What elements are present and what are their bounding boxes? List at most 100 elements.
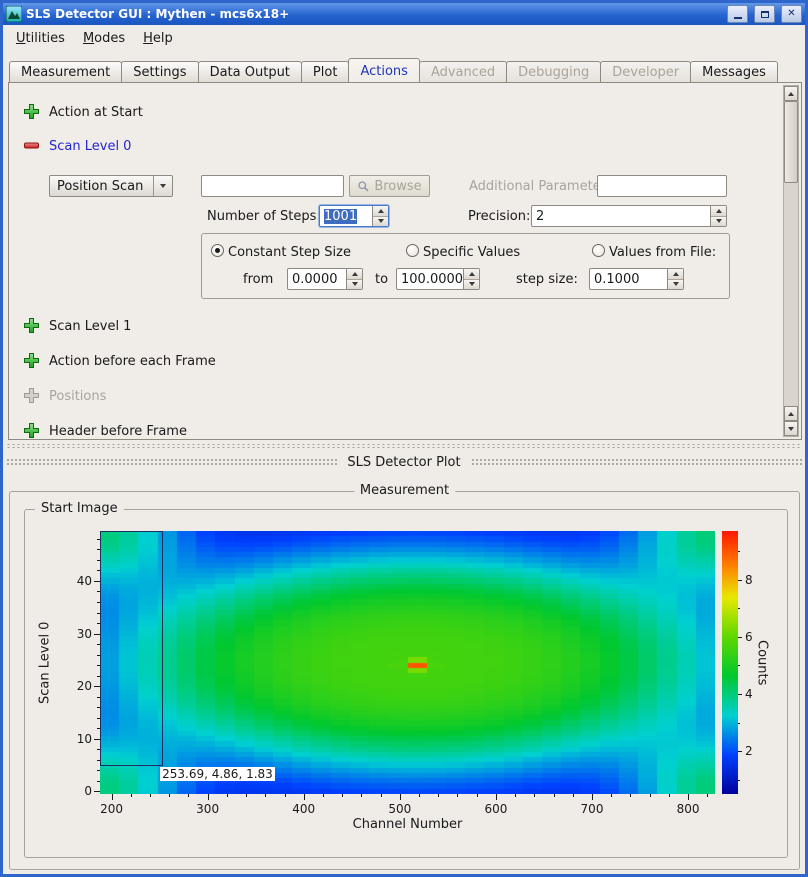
dock-handle-dots[interactable] bbox=[471, 458, 802, 467]
x-minor-tick bbox=[515, 794, 516, 797]
x-tick-label: 200 bbox=[92, 802, 132, 816]
step-size-label: step size: bbox=[516, 272, 578, 287]
close-icon: ✕ bbox=[787, 9, 795, 19]
from-value[interactable]: 0.0000 bbox=[292, 272, 338, 287]
number-of-steps-value[interactable]: 1001 bbox=[324, 209, 357, 224]
action-before-frame-label: Action before each Frame bbox=[49, 354, 216, 369]
menu-item-utilities[interactable]: Utilities bbox=[7, 27, 74, 50]
arrow-up-icon bbox=[788, 412, 794, 416]
number-of-steps-spinbox[interactable]: 1001 bbox=[319, 205, 389, 227]
spin-down-button[interactable] bbox=[711, 216, 726, 227]
x-minor-tick bbox=[323, 794, 324, 797]
x-minor-tick bbox=[554, 794, 555, 797]
y-tick-label: 30 bbox=[60, 627, 92, 641]
scroll-up-button-bottom[interactable] bbox=[784, 406, 798, 421]
dock-title-bar: SLS Detector Plot bbox=[6, 452, 802, 472]
spin-up-button[interactable] bbox=[373, 206, 388, 216]
script-file-input[interactable] bbox=[201, 175, 344, 197]
spin-down-button[interactable] bbox=[668, 279, 683, 290]
scrollbar-thumb[interactable] bbox=[784, 101, 798, 183]
from-label: from bbox=[243, 272, 273, 287]
spin-up-button[interactable] bbox=[668, 269, 683, 279]
tab-developer: Developer bbox=[600, 61, 691, 82]
splitter-handle[interactable] bbox=[6, 443, 802, 449]
x-minor-tick bbox=[573, 794, 574, 797]
tab-messages[interactable]: Messages bbox=[690, 61, 778, 82]
spin-up-button[interactable] bbox=[464, 269, 479, 279]
x-minor-tick bbox=[630, 794, 631, 797]
tab-debugging: Debugging bbox=[506, 61, 601, 82]
colorbar-tick bbox=[738, 751, 742, 752]
x-minor-tick bbox=[477, 794, 478, 797]
x-axis-label: Channel Number bbox=[100, 817, 715, 832]
colorbar-label: Counts bbox=[753, 531, 771, 794]
radio-values-from-file-label: Values from File: bbox=[609, 245, 716, 260]
radio-specific-values[interactable] bbox=[406, 244, 419, 257]
to-value[interactable]: 100.0000 bbox=[401, 272, 463, 287]
radio-values-from-file[interactable] bbox=[592, 244, 605, 257]
from-spinbox[interactable]: 0.0000 bbox=[287, 268, 363, 290]
y-tick-label: 10 bbox=[60, 732, 92, 746]
arrow-down-icon bbox=[788, 427, 794, 431]
dock-handle-dots[interactable] bbox=[6, 458, 337, 467]
start-image-title: Start Image bbox=[35, 501, 124, 516]
x-minor-tick bbox=[707, 794, 708, 797]
x-minor-tick bbox=[285, 794, 286, 797]
precision-spinbox[interactable]: 2 bbox=[531, 205, 727, 227]
close-button[interactable]: ✕ bbox=[781, 5, 802, 23]
spin-down-button[interactable] bbox=[347, 279, 362, 290]
to-spinbox[interactable]: 100.0000 bbox=[396, 268, 480, 290]
y-axis-label: Scan Level 0 bbox=[36, 531, 54, 794]
browse-button: Browse bbox=[349, 175, 430, 197]
action-at-start-plus-icon[interactable] bbox=[23, 103, 40, 120]
tab-plot[interactable]: Plot bbox=[301, 61, 350, 82]
colorbar-minor-tick bbox=[738, 780, 740, 781]
header-before-frame-plus-icon[interactable] bbox=[23, 422, 40, 439]
scroll-down-button[interactable] bbox=[784, 421, 798, 436]
vertical-scrollbar[interactable] bbox=[783, 85, 799, 437]
x-minor-tick bbox=[265, 794, 266, 797]
radio-constant-step-size[interactable] bbox=[211, 244, 224, 257]
y-tick-label: 20 bbox=[60, 679, 92, 693]
menu-item-modes[interactable]: Modes bbox=[74, 27, 134, 50]
x-major-tick bbox=[400, 794, 401, 800]
x-minor-tick bbox=[381, 794, 382, 797]
additional-parameter-input[interactable] bbox=[597, 175, 727, 197]
action-before-frame-plus-icon[interactable] bbox=[23, 352, 40, 369]
colorbar-minor-tick bbox=[738, 723, 740, 724]
y-minor-tick bbox=[97, 770, 100, 771]
x-minor-tick bbox=[457, 794, 458, 797]
spin-up-button[interactable] bbox=[711, 206, 726, 216]
spin-up-button[interactable] bbox=[347, 269, 362, 279]
step-size-groupbox: Constant Step Size Specific Values Value… bbox=[201, 233, 730, 299]
x-minor-tick bbox=[534, 794, 535, 797]
magnifier-icon bbox=[357, 180, 370, 193]
x-minor-tick bbox=[611, 794, 612, 797]
maximize-button[interactable] bbox=[754, 5, 775, 23]
arrow-up-icon bbox=[788, 92, 794, 96]
plot-ticks-layer: 200300400500600700800010203040253.69, 4.… bbox=[100, 531, 715, 794]
minimize-button[interactable] bbox=[727, 5, 748, 23]
tab-actions[interactable]: Actions bbox=[348, 58, 420, 82]
tab-measurement[interactable]: Measurement bbox=[9, 61, 122, 82]
spin-down-button[interactable] bbox=[373, 216, 388, 227]
menu-item-help[interactable]: Help bbox=[134, 27, 182, 50]
scan-mode-combobox[interactable]: Position Scan bbox=[49, 175, 173, 197]
y-major-tick bbox=[94, 791, 100, 792]
tab-settings[interactable]: Settings bbox=[121, 61, 198, 82]
step-size-spinbox[interactable]: 0.1000 bbox=[589, 268, 684, 290]
spin-down-button[interactable] bbox=[464, 279, 479, 290]
dropdown-arrow-icon bbox=[153, 176, 172, 196]
scroll-up-button[interactable] bbox=[784, 86, 798, 101]
scan-level-0-minus-icon[interactable] bbox=[23, 137, 40, 154]
dock-title-text: SLS Detector Plot bbox=[347, 455, 460, 470]
scan-level-1-plus-icon[interactable] bbox=[23, 317, 40, 334]
tab-data-output[interactable]: Data Output bbox=[198, 61, 302, 82]
colorbar-tick bbox=[738, 637, 742, 638]
step-size-value[interactable]: 0.1000 bbox=[594, 272, 640, 287]
x-major-tick bbox=[496, 794, 497, 800]
app-window: SLS Detector GUI : Mythen - mcs6x18+ ✕ U… bbox=[0, 0, 808, 877]
precision-value[interactable]: 2 bbox=[536, 209, 544, 224]
minimize-icon bbox=[734, 17, 742, 19]
zoom-selection-rect bbox=[100, 531, 163, 766]
